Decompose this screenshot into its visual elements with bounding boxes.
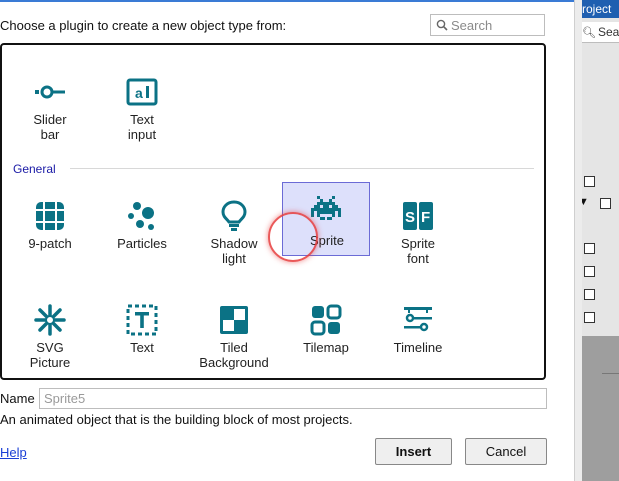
tree-row [582,174,619,188]
tilemap-icon [310,304,342,336]
plugin-label: Particles [117,236,167,251]
search-field[interactable] [430,14,545,36]
plugin-label: SVG Picture [29,340,71,370]
search-icon: 🔍︎ [582,27,596,39]
checkbox-icon [584,266,595,277]
tree-row [582,287,619,301]
plugin-tile-9-patch[interactable]: 9-patch [6,190,94,264]
sprite-font-icon: S F [403,202,433,230]
tiled-background-icon [220,306,248,334]
tree-row [582,264,619,278]
plugin-label: Sprite font [401,236,435,266]
name-label: Name [0,391,35,406]
plugin-tile-sprite-font[interactable]: S F Sprite font [374,190,462,266]
checkbox-icon [600,198,611,209]
plugin-label: Text [130,340,154,355]
plugin-tile-tilemap[interactable]: Tilemap [282,294,370,368]
plugin-label: Shadow light [210,236,258,266]
slider-bar-icon [35,85,65,99]
dialog-scrollbar[interactable] [574,0,582,481]
plugin-tile-particles[interactable]: Particles [98,190,186,264]
background-search: 🔍︎Searc [582,22,619,43]
plugin-label: Sprite [310,233,344,248]
plugin-tile-text[interactable]: Text [98,294,186,368]
svg-text:S: S [405,209,415,226]
name-input[interactable] [40,389,546,408]
plugin-tile-sprite[interactable]: Sprite [282,182,370,256]
background-search-text: Searc [597,25,619,39]
plugin-label: Tiled Background [199,340,269,370]
background-overlay [582,336,619,481]
space-invader-icon [311,196,341,220]
cancel-button[interactable]: Cancel [465,438,547,465]
insert-button[interactable]: Insert [375,438,452,465]
dialog-top-border [0,0,574,2]
create-object-dialog: Choose a plugin to create a new object t… [0,0,574,481]
name-field[interactable] [39,388,547,409]
plugin-description: An animated object that is the building … [0,412,353,427]
tree-row [582,241,619,255]
dialog-prompt: Choose a plugin to create a new object t… [0,18,287,33]
plugin-grid: Sliderbar a Textinput General 9-patch [0,43,546,380]
timeline-icon [404,307,432,332]
divider [602,373,619,374]
plugin-label: Text input [127,112,157,142]
section-heading-general: General [13,162,56,176]
plugin-label: Timeline [393,340,443,355]
tree-row [582,310,619,324]
section-divider [70,168,534,169]
plugin-label: Slider bar [33,112,67,142]
asterisk-icon [34,304,66,336]
plugin-label: 9-patch [28,236,72,251]
plugin-tile-shadow-light[interactable]: Shadow light [190,190,278,266]
checkbox-icon [584,243,595,254]
plugin-tile-text-input[interactable]: a Text input [98,66,186,142]
svg-text:a: a [135,85,143,101]
background-panel-title: roject [582,0,619,18]
plugin-tile-slider-bar[interactable]: Slider bar [6,66,94,142]
search-icon [436,19,448,31]
expand-triangle-icon: ▼ [582,196,589,208]
tree-row: ▼ [582,196,619,210]
lightbulb-icon [221,200,247,231]
nine-patch-icon [36,202,64,230]
svg-text:F: F [421,209,430,226]
plugin-tile-timeline[interactable]: Timeline [374,294,462,368]
particles-icon [128,202,154,230]
plugin-tile-svg-picture[interactable]: SVG Picture [6,294,94,370]
plugin-tile-tiled-background[interactable]: Tiled Background [190,294,278,370]
background-project-panel: roject 🔍︎Searc ▼ [582,0,619,481]
help-link[interactable]: Help [0,445,27,460]
checkbox-icon [584,289,595,300]
checkbox-icon [584,176,595,187]
plugin-label: Tilemap [303,340,349,355]
checkbox-icon [584,312,595,323]
text-icon [126,304,158,336]
text-input-icon: a [126,78,158,106]
